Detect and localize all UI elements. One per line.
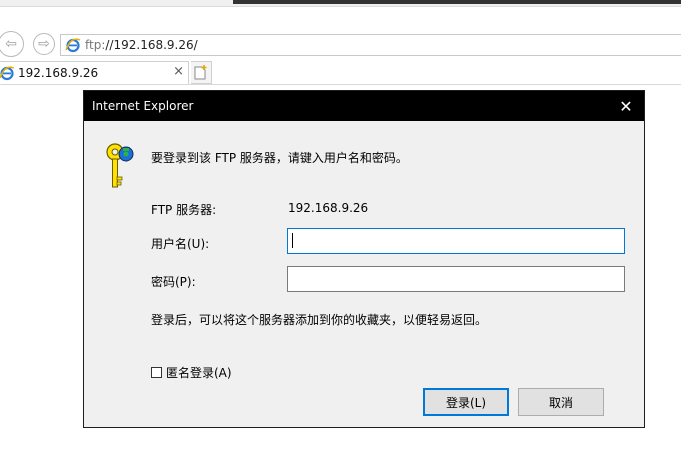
password-label: 密码(P): <box>151 275 196 289</box>
ie-icon <box>0 66 15 81</box>
back-button[interactable]: ⇦ <box>0 31 24 57</box>
cancel-button[interactable]: 取消 <box>518 388 604 416</box>
tab-active[interactable]: 192.168.9.26 × <box>0 61 189 84</box>
tab-close-icon[interactable]: × <box>173 64 184 79</box>
navigation-bar: ⇦ ⇨ ftp://192.168.9.26/ <box>0 31 681 59</box>
address-host: //192.168.9.26/ <box>105 38 198 52</box>
keys-icon <box>106 143 134 188</box>
tab-title: 192.168.9.26 <box>18 66 99 80</box>
forward-button[interactable]: ⇨ <box>33 33 55 55</box>
address-protocol: ftp: <box>85 38 106 52</box>
window-top-strip-dark <box>233 0 681 4</box>
address-bar[interactable]: ftp://192.168.9.26/ <box>60 34 681 56</box>
ftp-login-dialog: Internet Explorer ✕ 要登录到该 FTP 服务器，请键入用户名… <box>83 90 645 428</box>
new-tab-icon <box>194 65 207 80</box>
anonymous-login-checkbox[interactable]: 匿名登录(A) <box>151 364 232 381</box>
password-input[interactable] <box>287 266 625 292</box>
back-icon: ⇦ <box>5 36 17 52</box>
dialog-close-icon[interactable]: ✕ <box>608 91 644 121</box>
server-value: 192.168.9.26 <box>288 201 369 215</box>
address-text: ftp://192.168.9.26/ <box>85 38 198 52</box>
dialog-titlebar: Internet Explorer ✕ <box>84 91 644 121</box>
window-top-strip <box>0 0 681 7</box>
checkbox-box[interactable] <box>151 367 162 378</box>
tab-bar: 192.168.9.26 × <box>0 60 681 85</box>
username-input[interactable] <box>287 228 625 254</box>
login-prompt: 要登录到该 FTP 服务器，请键入用户名和密码。 <box>151 151 408 165</box>
text-caret <box>292 233 293 248</box>
server-label: FTP 服务器: <box>151 203 217 217</box>
ie-icon <box>65 38 81 53</box>
new-tab-button[interactable] <box>191 61 212 84</box>
info-text: 登录后，可以将这个服务器添加到你的收藏夹，以便轻易返回。 <box>151 313 488 327</box>
anonymous-login-label: 匿名登录(A) <box>166 366 232 380</box>
forward-icon: ⇨ <box>38 36 50 52</box>
login-button[interactable]: 登录(L) <box>423 388 509 416</box>
username-label: 用户名(U): <box>151 237 210 251</box>
dialog-title: Internet Explorer <box>92 99 194 113</box>
